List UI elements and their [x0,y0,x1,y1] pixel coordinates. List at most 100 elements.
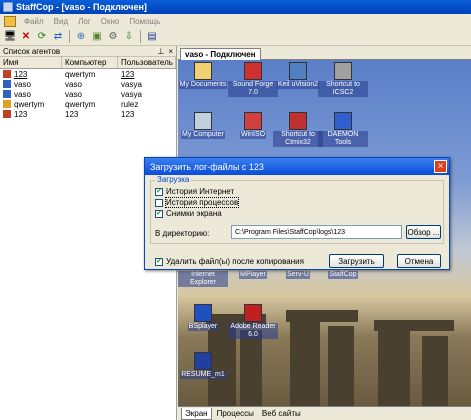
directory-label: В директорию: [155,229,210,238]
agent-user: vasya [121,79,142,89]
app-icon [3,2,13,12]
window-title: StaffCop - [vaso - Подключен] [16,2,147,12]
agent-name-cell: qwertym [0,100,62,109]
stonehenge-stone [290,318,320,406]
table-row[interactable]: qwertym qwertym rulez [0,99,176,109]
computer-icon[interactable]: 🖥 [3,30,17,44]
agent-name: 123 [14,109,28,119]
desktop-icon-label: Shortcut to Ctmix32 [273,131,323,147]
desktop-icon-label: My Computer [180,131,225,139]
desktop-icon-image [289,62,307,80]
toolbar: 🖥 ✕ ⟳ ⇄ ⊕ ▣ ⚙ ⇩ ▤ [0,28,471,46]
desktop-icon[interactable]: BSplayer [178,304,228,331]
checkbox-box[interactable]: ✔ [155,209,163,218]
desktop-icon[interactable]: Keil uVision2 [273,62,323,89]
delete-icon[interactable]: ✕ [19,30,33,44]
desktop-icon-image [194,352,212,370]
checkbox-box[interactable]: ✔ [155,257,163,266]
desktop-icon[interactable]: Sound Forge 7.0 [228,62,278,97]
download-icon[interactable]: ⇩ [122,30,136,44]
agent-status-icon [3,100,11,108]
screenshot-icon[interactable]: ▣ [90,30,104,44]
process-history-label: История процессов [164,197,240,208]
desktop-icon[interactable]: RESUME_m1 [178,352,228,379]
browse-button[interactable]: Обзор ... [406,225,441,239]
dialog-close-button[interactable]: × [434,160,447,173]
internet-history-checkbox[interactable]: ✔ История Интернет [155,187,234,196]
save-icon[interactable]: ▤ [145,30,159,44]
menu-file[interactable]: Файл [20,17,48,26]
stonehenge-stone [286,310,358,322]
column-name[interactable]: Имя [0,57,62,68]
table-row[interactable]: 123 qwertym 123 [0,69,176,79]
tab-screen[interactable]: Экран [181,407,212,420]
screenshots-label: Снимки экрана [166,209,222,218]
desktop-icon[interactable]: Adobe Reader 6.0 [228,304,278,339]
desktop-icon[interactable]: Shortcut to ICSC2 [318,62,368,97]
cancel-button[interactable]: Отмена [397,254,441,268]
group-title: Загрузка [155,175,192,184]
desktop-icon-label: Shortcut to ICSC2 [318,81,368,97]
internet-history-label: История Интернет [166,187,235,196]
agent-status-icon [3,90,11,98]
desktop-icon[interactable]: WinISO [228,112,278,139]
stonehenge-stone [374,320,454,331]
menu-log[interactable]: Лог [74,17,95,26]
pin-icon[interactable]: ⊥ [157,47,164,56]
desktop-icon[interactable]: My Computer [178,112,228,139]
desktop-icon-label: Internet Explorer [178,271,228,287]
desktop-icon-image [289,112,307,130]
toolbar-separator [140,30,141,43]
connect-icon[interactable]: ⇄ [51,30,65,44]
dialog-title-bar: Загрузить лог-файлы с 123 × [145,158,449,175]
tab-processes[interactable]: Процессы [214,408,257,420]
document-icon[interactable] [4,15,16,27]
agent-user: vasya [121,89,142,99]
agent-name: 123 [14,69,28,79]
menu-bar: Файл Вид Лог Окно Помощь [0,14,471,28]
menu-window[interactable]: Окно [97,17,124,26]
desktop-icon[interactable]: My Documents [178,62,228,89]
process-history-checkbox[interactable]: История процессов [155,197,240,208]
directory-input[interactable]: C:\Program Files\StaffCop\logs\123 [231,225,402,239]
table-row[interactable]: vaso vaso vasya [0,79,176,89]
desktop-icon-image [244,304,262,322]
refresh-icon[interactable]: ⟳ [35,30,49,44]
agent-status-icon [3,80,11,88]
settings-icon[interactable]: ⚙ [106,30,120,44]
desktop-icon[interactable]: DAEMON Tools [318,112,368,147]
delete-after-copy-checkbox[interactable]: ✔ Удалить файл(ы) после копирования [155,257,304,266]
stonehenge-stone [378,328,410,406]
checkbox-box[interactable] [155,198,163,207]
network-icon[interactable]: ⊕ [74,30,88,44]
stonehenge-stone [328,326,354,406]
close-icon[interactable]: × [168,47,173,56]
desktop-icon-label: Keil uVision2 [276,81,320,89]
desktop-icon-label: WinISO [239,131,267,139]
column-computer[interactable]: Компьютер [62,57,118,68]
agent-name: vaso [14,79,31,89]
toolbar-separator [69,30,70,43]
tab-vaso[interactable]: vaso - Подключен [180,48,261,60]
agent-computer: vaso [65,79,82,89]
desktop-icon-image [194,62,212,80]
checkbox-box[interactable]: ✔ [155,187,163,196]
screenshots-checkbox[interactable]: ✔ Снимки экрана [155,209,222,218]
agent-name-cell: vaso [0,80,62,89]
desktop-icon-image [244,62,262,80]
desktop-icon-label: Adobe Reader 6.0 [228,323,278,339]
menu-view[interactable]: Вид [50,17,72,26]
load-button[interactable]: Загрузить [329,254,384,268]
desktop-icon-label: RESUME_m1 [180,371,226,379]
desktop-icon-image [244,112,262,130]
document-tabs: vaso - Подключен [178,46,471,60]
load-logs-dialog: Загрузить лог-файлы с 123 × Загрузка ✔ И… [144,157,450,270]
column-user[interactable]: Пользователь [118,57,176,68]
desktop-icon-image [334,62,352,80]
menu-help[interactable]: Помощь [125,17,164,26]
table-row[interactable]: 123 123 123 [0,109,176,119]
table-row[interactable]: vaso vaso vasya [0,89,176,99]
desktop-icon[interactable]: Shortcut to Ctmix32 [273,112,323,147]
desktop-icon-label: DAEMON Tools [318,131,368,147]
tab-websites[interactable]: Веб сайты [259,408,304,420]
